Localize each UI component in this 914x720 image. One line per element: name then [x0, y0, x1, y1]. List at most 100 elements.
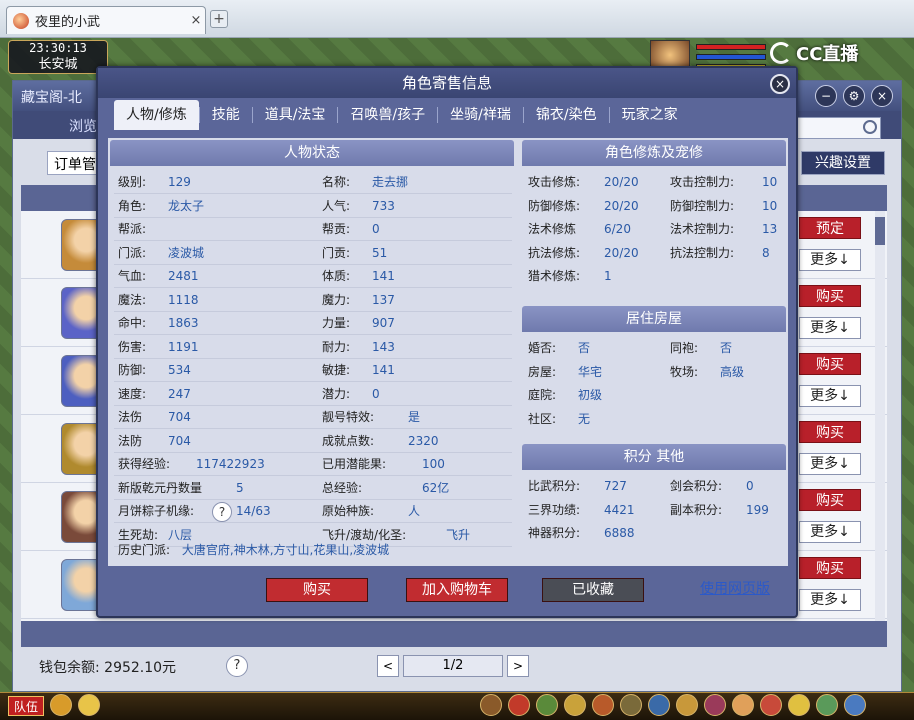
attribute-row: 已用潜能果: 100: [322, 454, 445, 474]
map-icon[interactable]: [816, 694, 838, 716]
system-icon[interactable]: [732, 694, 754, 716]
attribute-value: 飞升: [446, 527, 471, 542]
dialog-tab[interactable]: 玩家之家: [610, 100, 690, 130]
attribute-label: 三界功绩:: [528, 502, 581, 517]
attribute-label: 角色:: [118, 198, 147, 213]
more-button[interactable]: 更多↓: [799, 521, 861, 543]
team-icon[interactable]: [620, 694, 642, 716]
attribute-value: 6888: [604, 526, 635, 540]
attribute-label: 防御控制力:: [670, 198, 735, 213]
minimize-icon[interactable]: −: [815, 85, 837, 107]
attribute-value: 62亿: [422, 480, 450, 495]
attribute-value: 117422923: [196, 457, 265, 471]
buy-button[interactable]: 购买: [266, 578, 368, 602]
attribute-value: 10: [762, 175, 778, 189]
pet-icon[interactable]: [564, 694, 586, 716]
attribute-row: 潜力: 0: [322, 384, 380, 404]
attribute-row: 原始种族: 人: [322, 501, 420, 521]
city-name: 长安城: [38, 57, 78, 72]
buy-button[interactable]: 购买: [799, 421, 861, 443]
more-button[interactable]: 更多↓: [799, 589, 861, 611]
attribute-value: 141: [372, 269, 395, 283]
attribute-label: 门派:: [118, 245, 147, 260]
close-icon[interactable]: ×: [770, 74, 790, 94]
gift-icon[interactable]: [508, 694, 530, 716]
web-version-link[interactable]: 使用网页版: [684, 578, 786, 602]
row-divider: [114, 216, 512, 218]
browser-tab[interactable]: 夜里的小武 ×: [6, 6, 206, 34]
shop-icon[interactable]: [676, 694, 698, 716]
more-button[interactable]: 更多↓: [799, 453, 861, 475]
attribute-label: 原始种族:: [322, 504, 375, 518]
section-title-cultivation: 角色修炼及宠修: [522, 140, 786, 166]
row-divider: [114, 287, 512, 288]
attribute-value: 51: [372, 245, 388, 260]
attribute-label: 速度:: [118, 386, 147, 401]
attribute-label: 潜力:: [322, 386, 351, 401]
gear-icon[interactable]: ⚙: [843, 85, 865, 107]
help-icon[interactable]: ?: [212, 501, 232, 522]
history-school: 历史门派: 大唐官府,神木林,方寸山,花果山,凌波城: [118, 543, 390, 557]
search-icon[interactable]: [863, 120, 877, 134]
dialog-tab[interactable]: 召唤兽/孩子: [338, 100, 437, 130]
prev-page-button[interactable]: <: [377, 655, 399, 677]
attribute-value: 凌波城: [168, 245, 205, 260]
attribute-row: 剑会积分: 0: [670, 476, 754, 496]
dialog-tab[interactable]: 锦衣/染色: [524, 100, 609, 130]
attribute-row: 婚否: 否: [528, 338, 590, 358]
attribute-label: 级别:: [118, 175, 147, 189]
activity-icon[interactable]: [704, 694, 726, 716]
add-to-cart-button[interactable]: 加入购物车: [406, 578, 508, 602]
buy-button[interactable]: 购买: [799, 285, 861, 307]
buy-button[interactable]: 购买: [799, 557, 861, 579]
attribute-value: 龙太子: [168, 198, 205, 213]
skill-icon[interactable]: [592, 694, 614, 716]
buy-button[interactable]: 购买: [799, 353, 861, 375]
collected-button[interactable]: 已收藏: [542, 578, 644, 602]
row-divider: [114, 240, 512, 241]
buy-button[interactable]: 购买: [799, 489, 861, 511]
more-button[interactable]: 更多↓: [799, 317, 861, 339]
bag-icon[interactable]: [480, 694, 502, 716]
attribute-label: 名称:: [322, 175, 351, 189]
more-button[interactable]: 更多↓: [799, 249, 861, 271]
attribute-label: 法伤: [118, 410, 143, 424]
attribute-value: 6/20: [604, 222, 631, 236]
team-button[interactable]: 队伍: [8, 696, 44, 716]
attribute-label: 魔法:: [118, 292, 147, 307]
help-icon[interactable]: ?: [226, 655, 248, 677]
row-divider: [114, 475, 512, 476]
friend-icon[interactable]: [648, 694, 670, 716]
new-tab-button[interactable]: +: [210, 10, 228, 28]
attribute-value: 129: [168, 175, 191, 189]
chat-icon[interactable]: [78, 694, 100, 716]
attribute-row: 防御: 534: [118, 360, 191, 380]
task-icon[interactable]: [536, 694, 558, 716]
emote-icon[interactable]: [788, 694, 810, 716]
section-title-status: 人物状态: [110, 140, 514, 166]
next-page-button[interactable]: >: [507, 655, 529, 677]
attribute-label: 牧场:: [670, 364, 699, 379]
scrollbar[interactable]: [875, 211, 885, 621]
game-clock: 23:30:13 长安城: [8, 40, 108, 74]
close-icon[interactable]: ×: [871, 85, 893, 107]
settings-icon[interactable]: [844, 694, 866, 716]
dialog-tab[interactable]: 技能: [200, 100, 252, 130]
more-button[interactable]: 更多↓: [799, 385, 861, 407]
interest-settings-button[interactable]: 兴趣设置: [801, 151, 885, 175]
dialog-tab[interactable]: 人物/修炼: [114, 100, 199, 130]
attribute-label: 耐力:: [322, 339, 351, 354]
attribute-value: 137: [372, 292, 395, 307]
buy-button[interactable]: 预定: [799, 217, 861, 239]
scrollbar-thumb[interactable]: [875, 217, 885, 245]
dialog-tab[interactable]: 道具/法宝: [253, 100, 338, 130]
list-footer: [21, 621, 887, 647]
dialog-tab[interactable]: 坐骑/祥瑞: [438, 100, 523, 130]
close-icon[interactable]: ×: [187, 13, 205, 28]
attribute-value: 2481: [168, 269, 199, 283]
mic-icon[interactable]: [50, 694, 72, 716]
clock-time: 23:30:13: [29, 41, 87, 55]
attribute-row: 庭院: 初级: [528, 385, 602, 405]
attribute-value: 0: [372, 386, 380, 401]
help-icon[interactable]: [760, 694, 782, 716]
